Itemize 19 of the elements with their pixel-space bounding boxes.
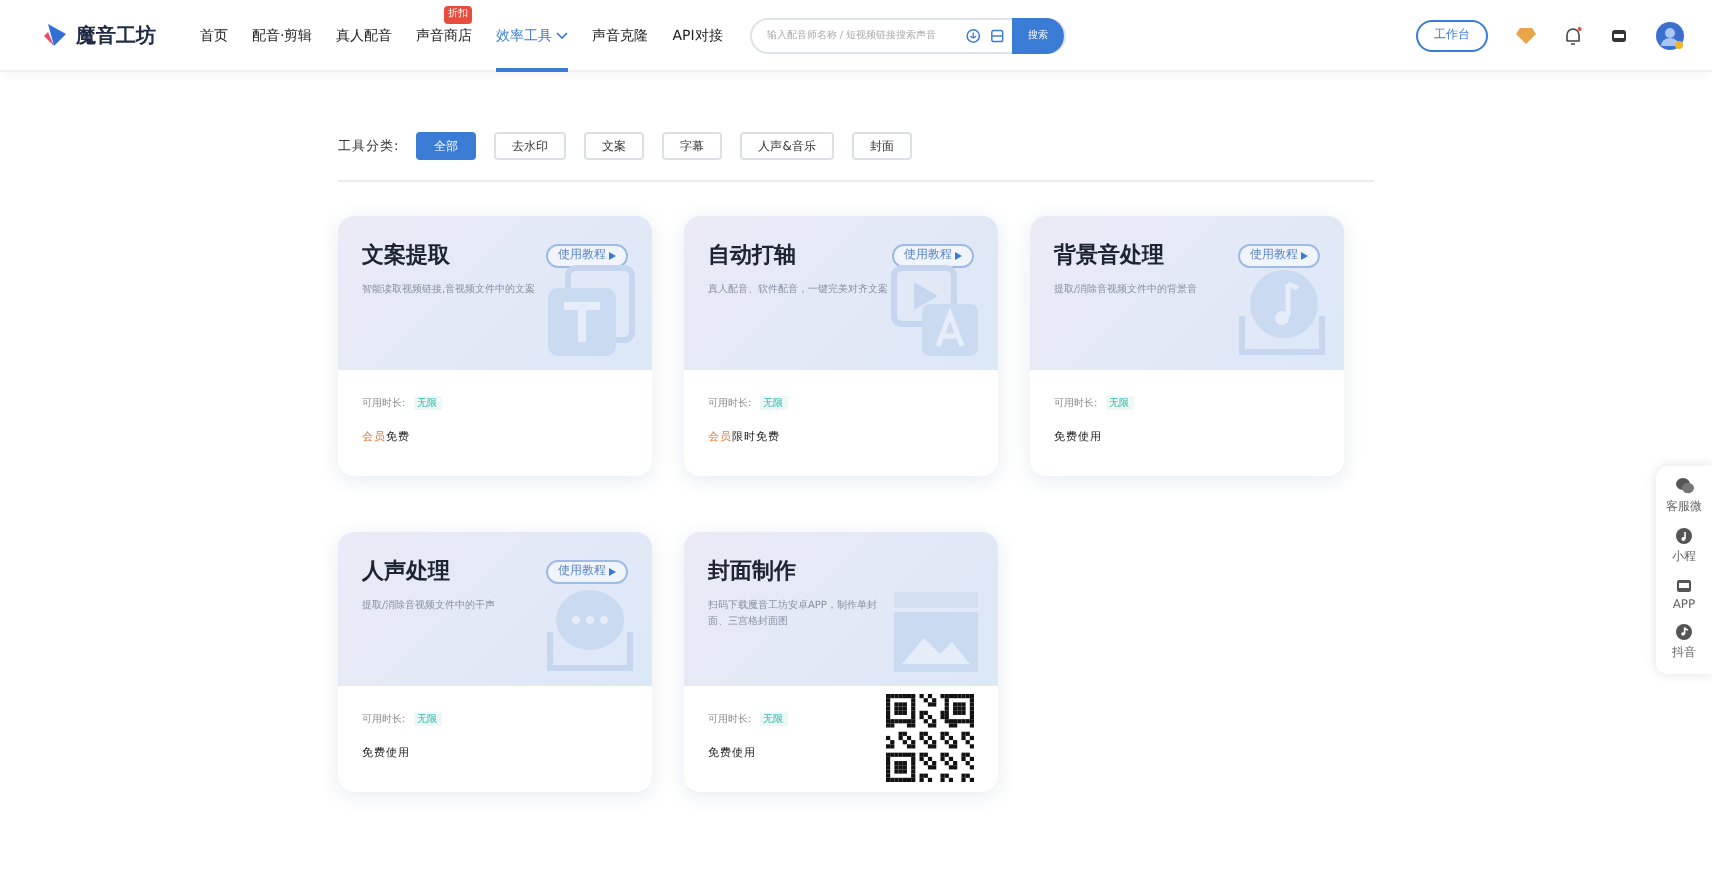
tool-title: 封面制作 [708,556,796,586]
tool-title: 背景音处理 [1054,240,1164,270]
play-icon [608,567,616,575]
tool-title: 自动打轴 [708,240,796,270]
music-note-icon [1236,264,1328,360]
play-icon [1300,251,1308,259]
play-icon [954,251,962,259]
tiktok-icon [1676,624,1692,640]
bell-icon[interactable] [1564,25,1582,45]
tool-title: 文案提取 [362,240,450,270]
avatar-icon[interactable] [1656,21,1684,49]
text-document-icon [544,264,636,360]
music-note-icon [1676,528,1692,544]
play-icon [608,251,616,259]
tool-title: 人声处理 [362,556,450,586]
logo[interactable]: 魔音工坊 [44,21,156,49]
play-and-letter-icon [890,264,982,360]
chat-icon [1675,478,1693,494]
clapperboard-image-icon [890,588,982,676]
